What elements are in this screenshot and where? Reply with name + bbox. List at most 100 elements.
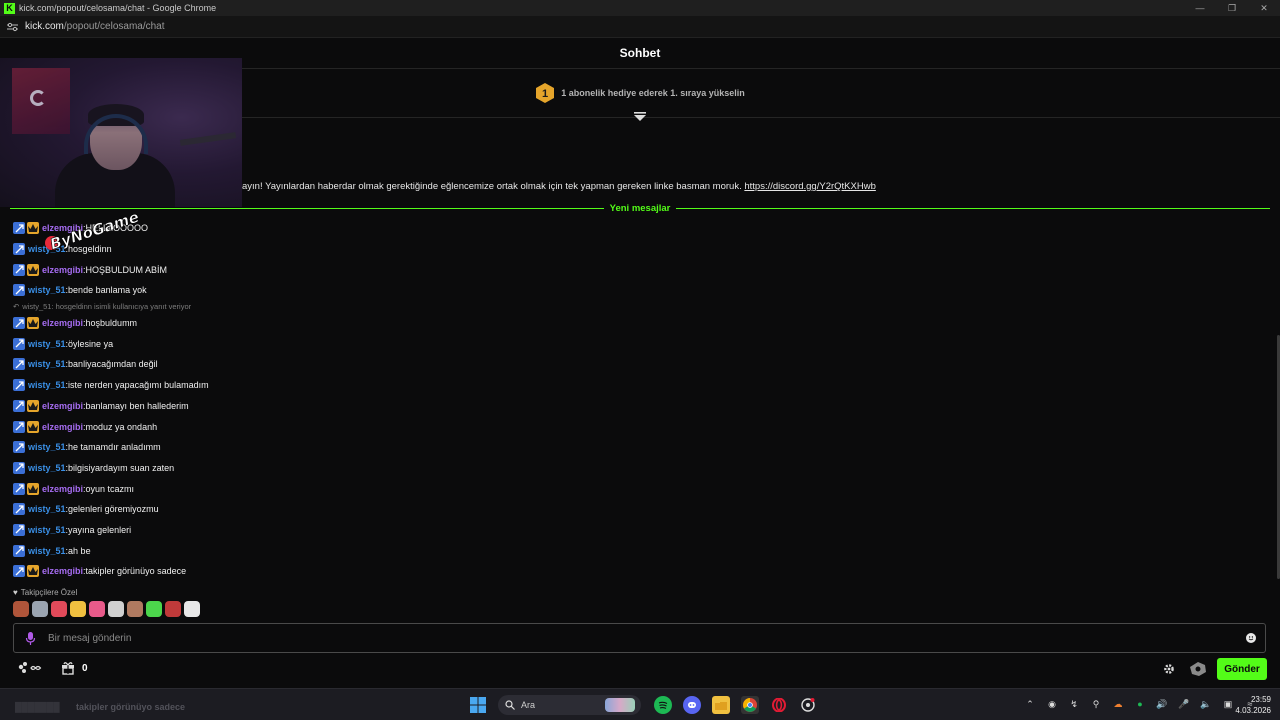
verified-badge-icon — [13, 243, 25, 256]
ghost-username: ███████ — [15, 702, 60, 712]
network-tray-icon[interactable]: ↯ — [1068, 698, 1080, 710]
emote-10-icon[interactable] — [184, 601, 200, 617]
send-button[interactable]: Gönder — [1217, 658, 1267, 680]
chrome-icon[interactable] — [741, 696, 759, 714]
chat-username[interactable]: wisty_51 — [28, 463, 66, 473]
message-input[interactable] — [48, 632, 1246, 644]
minimize-icon[interactable]: — — [1184, 0, 1216, 16]
chat-username[interactable]: elzemgibi — [42, 422, 83, 432]
emote-6-icon[interactable] — [108, 601, 124, 617]
chat-message[interactable]: wisty_51: iste nerden yapacağımı bulamad… — [13, 375, 1263, 396]
rank-badge-icon: 1 — [536, 83, 555, 103]
mic-tray-icon[interactable]: 🎤 — [1178, 698, 1190, 710]
windows-taskbar: ███████ takipler görünüyo sadece Ara ⌃ ◉… — [0, 688, 1280, 720]
chat-username[interactable]: elzemgibi — [42, 566, 83, 576]
search-icon — [505, 700, 515, 710]
taskbar-search[interactable]: Ara — [498, 695, 641, 715]
chat-username[interactable]: wisty_51 — [28, 442, 66, 452]
voice-input-icon[interactable] — [25, 631, 36, 645]
discord-link[interactable]: https://discord.gg/Y2rQtKXHwb — [744, 181, 875, 192]
chat-username[interactable]: wisty_51 — [28, 359, 66, 369]
close-icon[interactable]: ✕ — [1248, 0, 1280, 16]
emoji-picker-icon[interactable] — [1246, 633, 1256, 643]
emote-7-icon[interactable] — [127, 601, 143, 617]
emote-3-icon[interactable] — [51, 601, 67, 617]
window-controls: — ❐ ✕ — [1184, 0, 1280, 16]
message-input-box[interactable] — [13, 623, 1266, 653]
chat-message-text: HELLLOOOOO — [85, 223, 149, 234]
chat-message-text: moduz ya ondanh — [85, 421, 158, 432]
chat-message[interactable]: elzemgibi: hoşbuldumm — [13, 313, 1263, 334]
chat-username[interactable]: wisty_51 — [28, 504, 66, 514]
channel-points-icon[interactable] — [17, 661, 43, 675]
chat-message[interactable]: wisty_51: yayına gelenleri — [13, 520, 1263, 541]
start-menu-icon[interactable] — [469, 696, 487, 714]
chevron-up-icon[interactable]: ⌃ — [1024, 698, 1036, 710]
gift-icon[interactable] — [61, 661, 75, 675]
emote-menu-icon[interactable] — [1190, 662, 1206, 676]
emote-8-icon[interactable] — [146, 601, 162, 617]
speaker-tray-icon[interactable]: 🔊 — [1156, 698, 1168, 710]
chat-username[interactable]: wisty_51 — [28, 525, 66, 535]
chat-message[interactable]: wisty_51: banliyacağımdan değil — [13, 354, 1263, 375]
volume-tray-icon[interactable]: 🔈 — [1200, 698, 1212, 710]
file-explorer-icon[interactable] — [712, 696, 730, 714]
chat-username[interactable]: elzemgibi — [42, 484, 83, 494]
steam-gamepad-icon[interactable] — [799, 696, 817, 714]
chat-message[interactable]: wisty_51: ah be — [13, 540, 1263, 561]
verified-badge-icon — [13, 317, 25, 330]
chat-message[interactable]: elzemgibi: moduz ya ondanh — [13, 416, 1263, 437]
chat-message[interactable]: elzemgibi: oyun tcazmı — [13, 478, 1263, 499]
chat-message[interactable]: elzemgibi: banlamayı ben hallederim — [13, 396, 1263, 417]
emote-1-icon[interactable] — [13, 601, 29, 617]
microphone-arm — [179, 132, 237, 146]
app-tray-icon[interactable]: ◉ — [1046, 698, 1058, 710]
chat-username[interactable]: wisty_51 — [28, 244, 66, 254]
chat-username[interactable]: wisty_51 — [28, 285, 66, 295]
chat-username[interactable]: elzemgibi — [42, 318, 83, 328]
verified-badge-icon — [13, 379, 25, 392]
chat-message-text: banliyacağımdan değil — [68, 359, 158, 370]
verified-badge-icon — [13, 565, 25, 578]
settings-gear-icon[interactable] — [1163, 663, 1175, 675]
address-bar[interactable]: kick.com/popout/celosama/chat — [0, 16, 1280, 38]
spotify-icon[interactable] — [654, 696, 672, 714]
taskbar-apps: Ara — [469, 695, 828, 715]
chat-username[interactable]: wisty_51 — [28, 546, 66, 556]
restore-icon[interactable]: ❐ — [1216, 0, 1248, 16]
steam-tray-icon[interactable]: ⚲ — [1090, 698, 1102, 710]
chat-message[interactable]: elzemgibi: HELLLOOOOO — [13, 218, 1263, 239]
chat-message-list: elzemgibi: HELLLOOOOO wisty_51: hosgeldin… — [13, 218, 1263, 582]
chat-message-text: hosgeldinn — [68, 244, 112, 255]
site-settings-icon[interactable] — [6, 21, 18, 33]
spotify-tray-icon[interactable]: ● — [1134, 698, 1146, 710]
chat-message[interactable]: elzemgibi: HOŞBULDUM ABİM — [13, 259, 1263, 280]
gift-count: 0 — [82, 662, 88, 674]
chat-username[interactable]: wisty_51 — [28, 339, 66, 349]
verified-badge-icon — [13, 222, 25, 235]
emote-4-icon[interactable] — [70, 601, 86, 617]
discord-icon[interactable] — [683, 696, 701, 714]
chat-username[interactable]: elzemgibi — [42, 223, 83, 233]
emote-5-icon[interactable] — [89, 601, 105, 617]
emote-2-icon[interactable] — [32, 601, 48, 617]
browser-titlebar: K kick.com/popout/celosama/chat - Google… — [0, 0, 1280, 16]
taskbar-clock[interactable]: 23:59 4.03.2026 — [1231, 694, 1271, 716]
cloud-tray-icon[interactable]: ☁ — [1112, 698, 1124, 710]
chat-message[interactable]: wisty_51: öylesine ya — [13, 333, 1263, 354]
opera-gx-icon[interactable] — [770, 696, 788, 714]
chat-message[interactable]: wisty_51: he tamamdır anladımm — [13, 437, 1263, 458]
chat-message[interactable]: wisty_51: bilgisiyardayım suan zaten — [13, 458, 1263, 479]
url-text[interactable]: kick.com/popout/celosama/chat — [25, 21, 165, 32]
reply-context[interactable]: ↶ wisty_51: hosgeldinn isimli kullanıcıya… — [13, 301, 1263, 313]
chat-message-text: bilgisiyardayım suan zaten — [68, 462, 175, 473]
chat-username[interactable]: wisty_51 — [28, 380, 66, 390]
chat-message[interactable]: wisty_51: hosgeldinn — [13, 239, 1263, 260]
scroll-to-bottom-icon[interactable] — [633, 112, 647, 122]
chat-username[interactable]: elzemgibi — [42, 401, 83, 411]
emote-9-icon[interactable] — [165, 601, 181, 617]
chat-message[interactable]: elzemgibi: takipler görünüyo sadece — [13, 561, 1263, 582]
chat-message[interactable]: wisty_51: gelenleri göremiyozmu — [13, 499, 1263, 520]
chat-username[interactable]: elzemgibi — [42, 265, 83, 275]
chat-message[interactable]: wisty_51: bende banlama yok — [13, 280, 1263, 301]
